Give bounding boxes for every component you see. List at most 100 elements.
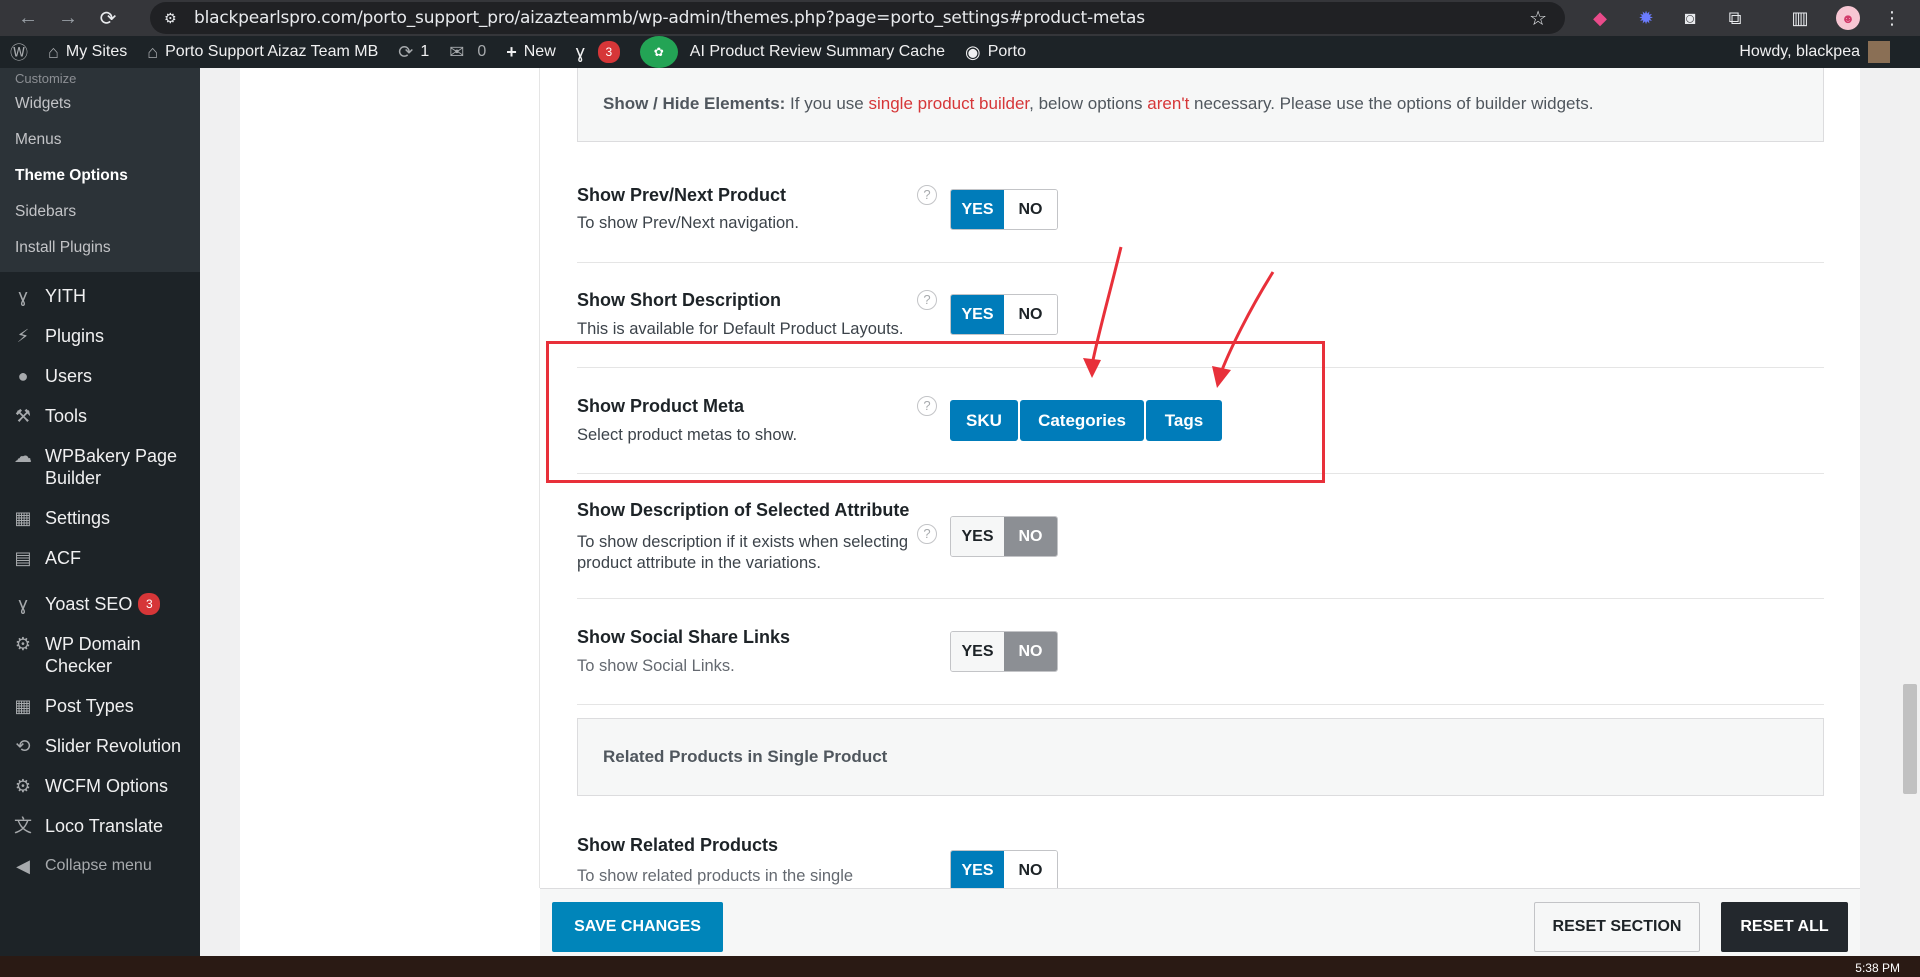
menu-yoast-seo[interactable]: ɣ Yoast SEO 3	[0, 584, 200, 624]
menu-dots-icon[interactable]: ⋮	[1880, 6, 1904, 30]
menu-wp-domain-checker[interactable]: ⚙ WP Domain Checker	[0, 624, 200, 686]
site-settings-icon[interactable]: ⚙	[164, 10, 194, 27]
page-scrollbar[interactable]	[1900, 68, 1920, 956]
no-button[interactable]: NO	[1004, 632, 1057, 671]
menu-settings[interactable]: ▦ Settings	[0, 498, 200, 538]
submenu-widgets[interactable]: Widgets	[0, 86, 200, 122]
reset-all-button[interactable]: RESET ALL	[1721, 902, 1848, 952]
menu-label: ACF	[45, 548, 81, 568]
menu-label: Settings	[45, 508, 111, 528]
wpbakery-icon: ☁	[14, 446, 32, 466]
updates-menu[interactable]: ⟳ 1	[388, 36, 439, 68]
color-extension-icon[interactable]: ◆	[1588, 6, 1612, 30]
menu-wcfm-options[interactable]: ⚙ WCFM Options	[0, 766, 200, 806]
menu-plugins[interactable]: ⚡ Plugins	[0, 316, 200, 356]
settings-icon: ▦	[14, 508, 32, 528]
menu-post-types[interactable]: ▦ Post Types	[0, 686, 200, 726]
submenu-menus[interactable]: Menus	[0, 122, 200, 158]
camera-icon[interactable]: ◙	[1678, 6, 1702, 30]
info-label: Show / Hide Elements:	[603, 94, 786, 113]
extensions-puzzle-icon[interactable]: ⧉	[1723, 6, 1747, 30]
submenu-sidebars[interactable]: Sidebars	[0, 194, 200, 230]
related-products-toggle[interactable]: YES NO	[950, 850, 1058, 888]
url-text[interactable]: blackpearlspro.com/porto_support_pro/aiz…	[194, 8, 1145, 28]
short-description-toggle[interactable]: YES NO	[950, 294, 1058, 335]
taskbar-clock: 5:38 PM	[1855, 961, 1900, 975]
no-button[interactable]: NO	[1004, 190, 1057, 229]
menu-acf[interactable]: ▤ ACF	[0, 538, 200, 578]
comments-menu[interactable]: ✉ 0	[439, 36, 496, 68]
yes-button[interactable]: YES	[951, 517, 1004, 556]
help-icon[interactable]: ?	[917, 185, 937, 205]
bookmark-star-icon[interactable]: ☆	[1529, 6, 1547, 31]
ai-cache-menu[interactable]: ✿ AI Product Review Summary Cache	[630, 36, 955, 68]
menu-label: Post Types	[45, 696, 134, 716]
porto-icon: ◉	[965, 41, 981, 62]
my-sites-label: My Sites	[65, 43, 128, 60]
ai-cache-label: AI Product Review Summary Cache	[689, 43, 945, 60]
grid-icon: ▦	[14, 696, 32, 716]
my-sites-menu[interactable]: ⌂ My Sites	[38, 36, 137, 68]
info-text: If you use	[785, 94, 869, 113]
yith-icon: ɣ	[18, 286, 28, 306]
comment-icon: ✉	[449, 41, 465, 62]
house-icon: ⌂	[147, 41, 159, 62]
collapse-menu[interactable]: ◀ Collapse menu	[0, 846, 200, 886]
menu-loco-translate[interactable]: 文 Loco Translate	[0, 806, 200, 846]
yes-button[interactable]: YES	[951, 851, 1004, 888]
social-share-toggle[interactable]: YES NO	[950, 631, 1058, 672]
yoast-menu[interactable]: ɣ3	[566, 36, 630, 68]
new-content-menu[interactable]: + New	[496, 36, 566, 68]
site-name-label: Porto Support Aizaz Team MB	[165, 43, 379, 60]
menu-slider-revolution[interactable]: ⟲ Slider Revolution	[0, 726, 200, 766]
show-hide-info: Show / Hide Elements: If you use single …	[577, 68, 1824, 142]
menu-label: WP Domain Checker	[45, 634, 141, 676]
collapse-icon: ◀	[16, 856, 30, 876]
menu-yith[interactable]: ɣ YITH	[0, 276, 200, 316]
option-desc: To show description if it exists when se…	[577, 533, 909, 572]
home-sites-icon: ⌂	[48, 41, 59, 62]
address-bar[interactable]: ⚙ blackpearlspro.com/porto_support_pro/a…	[150, 2, 1565, 34]
single-product-builder-link[interactable]: single product builder	[868, 94, 1029, 113]
yes-button[interactable]: YES	[951, 295, 1004, 334]
reset-section-button[interactable]: RESET SECTION	[1534, 902, 1700, 952]
attribute-description-toggle[interactable]: YES NO	[950, 516, 1058, 557]
save-changes-button[interactable]: SAVE CHANGES	[552, 902, 723, 952]
plus-icon: +	[506, 41, 517, 62]
option-social-share: Show Social Share Links To show Social L…	[577, 599, 1824, 705]
submenu-customize[interactable]: Customize	[0, 72, 200, 86]
menu-label: WCFM Options	[45, 776, 169, 796]
menu-users[interactable]: ● Users	[0, 356, 200, 396]
option-desc: To show related products in the single	[577, 867, 854, 885]
annotation-highlight-box	[546, 341, 1325, 483]
os-taskbar: 5:38 PM	[0, 956, 1920, 977]
submenu-install-plugins[interactable]: Install Plugins	[0, 230, 200, 266]
no-button[interactable]: NO	[1004, 517, 1057, 556]
yoast-icon: ɣ	[575, 41, 585, 62]
help-icon[interactable]: ?	[917, 524, 937, 544]
site-name-menu[interactable]: ⌂ Porto Support Aizaz Team MB	[137, 36, 388, 68]
option-desc: This is available for Default Product La…	[577, 320, 904, 338]
reload-icon[interactable]: ⟳	[88, 0, 128, 36]
option-desc: To show Prev/Next navigation.	[577, 214, 799, 232]
yes-button[interactable]: YES	[951, 632, 1004, 671]
no-button[interactable]: NO	[1004, 851, 1057, 888]
help-icon[interactable]: ?	[917, 290, 937, 310]
menu-wpbakery[interactable]: ☁ WPBakery Page Builder	[0, 436, 200, 498]
profile-avatar-icon[interactable]: ☻	[1836, 6, 1860, 30]
option-title: Show Description of Selected Attribute	[577, 500, 910, 520]
prev-next-toggle[interactable]: YES NO	[950, 189, 1058, 230]
side-panel-icon[interactable]: ▥	[1788, 6, 1812, 30]
yes-button[interactable]: YES	[951, 190, 1004, 229]
my-account-menu[interactable]: Howdy, blackpea	[1739, 36, 1890, 68]
gear-icon: ⚙	[14, 634, 32, 654]
back-icon[interactable]: ←	[8, 0, 48, 36]
scrollbar-thumb[interactable]	[1903, 684, 1917, 794]
gear-extension-icon[interactable]: ✹	[1634, 6, 1658, 30]
wp-logo-menu[interactable]: Ⓦ	[0, 36, 38, 68]
menu-tools[interactable]: ⚒ Tools	[0, 396, 200, 436]
forward-icon[interactable]: →	[48, 0, 88, 36]
no-button[interactable]: NO	[1004, 295, 1057, 334]
porto-menu[interactable]: ◉ Porto	[955, 36, 1036, 68]
submenu-theme-options[interactable]: Theme Options	[0, 158, 200, 194]
